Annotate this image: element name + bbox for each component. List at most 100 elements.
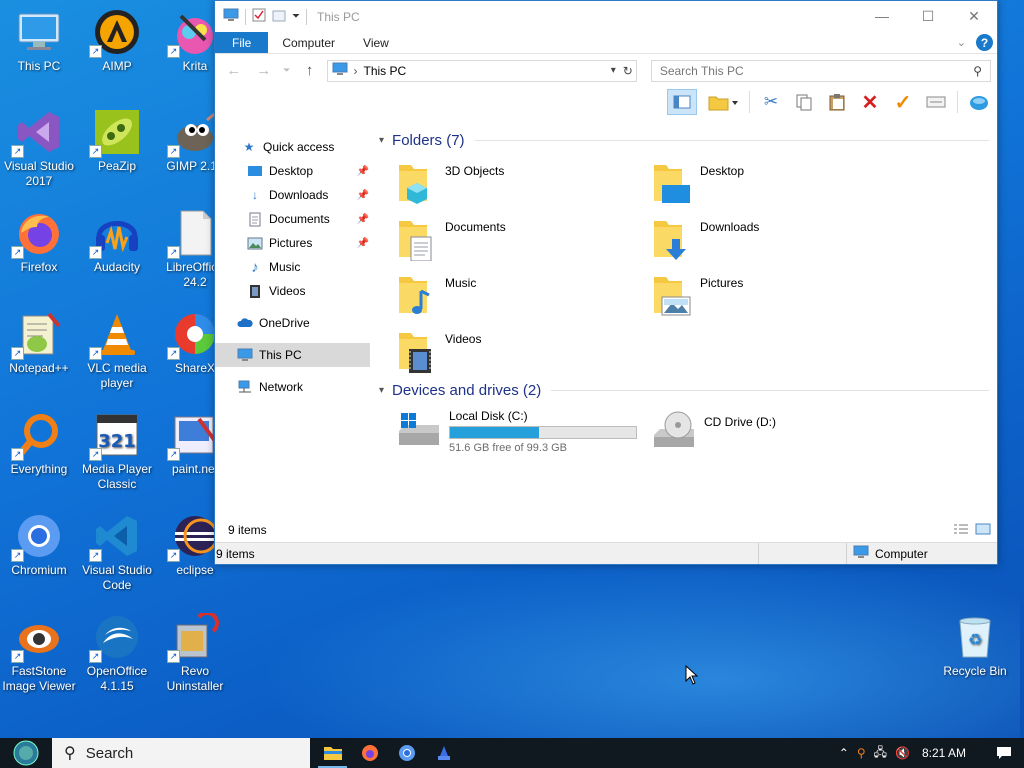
desktop-icon-vlc[interactable]: ↗ VLC media player	[78, 310, 156, 391]
status-left: 9 items	[216, 546, 255, 561]
folder-item-3d-objects[interactable]: 3D Objects	[397, 153, 652, 209]
explorer-window: ⏷ This PC — ☐ ✕ File Computer View ⌄ ? ←…	[214, 0, 998, 565]
desktop-icon-chromium[interactable]: ↗ Chromium	[0, 512, 78, 578]
ribbon-tabs: File Computer View ⌄ ?	[215, 32, 997, 54]
nav-item-this-pc[interactable]: This PC	[215, 343, 370, 367]
minimize-button[interactable]: —	[859, 1, 905, 31]
pin-icon[interactable]: 📌	[357, 214, 369, 225]
network-icon	[237, 379, 253, 395]
pin-icon[interactable]: 📌	[357, 238, 369, 249]
maximize-button[interactable]: ☐	[905, 1, 951, 31]
desktop-icon-label: Revo Uninstaller	[166, 664, 224, 693]
nav-item-downloads[interactable]: ↓ Downloads 📌	[215, 183, 373, 207]
folder-item-music[interactable]: Music	[397, 265, 652, 321]
cut-icon[interactable]: ✂	[759, 90, 783, 114]
rename-check-icon[interactable]: ✓	[891, 90, 915, 114]
pin-icon[interactable]: 📌	[357, 190, 369, 201]
title-bar[interactable]: ⏷ This PC — ☐ ✕	[215, 1, 997, 32]
clock[interactable]: 8:21 AM	[918, 746, 976, 760]
everything-tray-icon[interactable]: ⚲	[857, 746, 866, 760]
nav-item-documents[interactable]: Documents 📌	[215, 207, 373, 231]
help-icon[interactable]: ?	[976, 34, 993, 51]
desktop-icon-vscode[interactable]: ↗ Visual Studio Code	[78, 512, 156, 593]
desktop-icon-media-player-classic[interactable]: 321 ↗ Media Player Classic	[78, 411, 156, 492]
desktop-icon-this-pc[interactable]: This PC	[0, 8, 78, 74]
new-folder-icon[interactable]	[706, 90, 740, 114]
taskbar-firefox[interactable]	[351, 738, 388, 768]
properties-icon[interactable]	[252, 8, 266, 25]
chevron-down-icon[interactable]: ▾	[379, 135, 384, 146]
desktop-icon-recycle-bin[interactable]: ♻ Recycle Bin	[936, 613, 1014, 679]
nav-item-quick-access[interactable]: ★ Quick access	[215, 135, 373, 159]
drive-name: Local Disk (C:)	[449, 409, 528, 423]
folder-item-videos[interactable]: Videos	[397, 321, 652, 377]
nav-item-network[interactable]: Network	[215, 375, 373, 399]
chevron-down-icon[interactable]: ▾	[379, 385, 384, 396]
desktop-icon-faststone[interactable]: ↗ FastStone Image Viewer	[0, 613, 78, 694]
close-button[interactable]: ✕	[951, 1, 997, 31]
start-button[interactable]	[0, 738, 52, 768]
properties-icon[interactable]	[924, 90, 948, 114]
nav-item-videos[interactable]: Videos	[215, 279, 373, 303]
folder-item-downloads[interactable]: Downloads	[652, 209, 907, 265]
nav-item-desktop[interactable]: Desktop 📌	[215, 159, 373, 183]
delete-icon[interactable]: ✕	[858, 90, 882, 114]
drive-item-c[interactable]: Local Disk (C:) 51.6 GB free of 99.3 GB	[397, 409, 652, 454]
desktop-icon-peazip[interactable]: ↗ PeaZip	[78, 108, 156, 174]
desktop-icon-visual-studio-2017[interactable]: ↗ Visual Studio 2017	[0, 108, 78, 189]
desktop-icon-revo-uninstaller[interactable]: ↗ Revo Uninstaller	[156, 611, 234, 694]
volume-muted-icon[interactable]: 🔇	[895, 746, 910, 760]
folder-name: Desktop	[700, 164, 745, 178]
breadcrumb[interactable]: This PC	[364, 64, 407, 78]
details-view-icon[interactable]	[953, 523, 969, 538]
network-icon[interactable]: 🖧	[874, 743, 887, 764]
desktop-icon-notepad-plus-plus[interactable]: ↗ Notepad++	[0, 310, 78, 376]
desktop-icon-everything[interactable]: ↗ Everything	[0, 411, 78, 477]
folder-item-documents[interactable]: Documents	[397, 209, 652, 265]
recent-locations-icon[interactable]: ⏷	[281, 65, 293, 76]
desktop-icon-firefox[interactable]: ↗ Firefox	[0, 209, 78, 275]
folder-name: Music	[445, 276, 477, 290]
back-button[interactable]: ←	[221, 62, 247, 79]
taskbar-app[interactable]	[425, 738, 462, 768]
nav-item-music[interactable]: ♪ Music	[215, 255, 373, 279]
taskbar-chromium[interactable]	[388, 738, 425, 768]
taskbar-file-explorer[interactable]	[314, 738, 351, 768]
expand-ribbon-icon[interactable]: ⌄	[957, 36, 966, 49]
notifications-icon[interactable]	[984, 738, 1024, 768]
folder-item-pictures[interactable]: Pictures	[652, 265, 907, 321]
tab-view[interactable]: View	[349, 32, 403, 53]
pin-icon[interactable]: 📌	[357, 166, 369, 177]
taskbar-search-box[interactable]: ⚲ Search	[52, 738, 310, 768]
search-input[interactable]: Search This PC ⚲	[650, 59, 991, 82]
desktop-icon-label: Visual Studio 2017	[4, 159, 74, 188]
copy-icon[interactable]	[792, 90, 816, 114]
desktop-icon-aimp[interactable]: ↗ AIMP	[78, 8, 156, 74]
globe-icon[interactable]	[967, 90, 991, 114]
address-dropdown-icon[interactable]: ▾	[611, 65, 616, 76]
forward-button[interactable]: →	[251, 62, 277, 79]
address-bar[interactable]: › This PC ▾ ↻	[326, 59, 637, 82]
paste-icon[interactable]	[825, 90, 849, 114]
divider	[306, 8, 307, 25]
desktop-icon-audacity[interactable]: ↗ Audacity	[78, 209, 156, 275]
tab-computer[interactable]: Computer	[268, 32, 349, 53]
up-button[interactable]: ↑	[297, 62, 323, 79]
folder-item-desktop[interactable]: Desktop	[652, 153, 907, 209]
navigation-pane-toggle-icon[interactable]	[667, 89, 697, 115]
nav-item-pictures[interactable]: Pictures 📌	[215, 231, 373, 255]
drives-group-header[interactable]: ▾ Devices and drives (2)	[379, 377, 989, 403]
tab-file[interactable]: File	[215, 32, 269, 53]
desktop-icon-openoffice[interactable]: ↗ OpenOffice 4.1.15	[78, 613, 156, 694]
chevron-up-icon[interactable]: ⌃	[839, 746, 849, 760]
large-icons-view-icon[interactable]	[975, 523, 991, 538]
drive-item-d[interactable]: CD Drive (D:)	[652, 409, 907, 454]
nav-item-label: Downloads	[269, 188, 329, 202]
customize-toolbar-icon[interactable]: ⏷	[292, 11, 300, 22]
new-folder-icon[interactable]	[272, 8, 286, 25]
folders-group-header[interactable]: ▾ Folders (7)	[379, 127, 989, 153]
openoffice-icon: ↗	[89, 613, 141, 663]
3d-objects-folder-icon	[397, 161, 437, 205]
nav-item-onedrive[interactable]: OneDrive	[215, 311, 373, 335]
refresh-icon[interactable]: ↻	[623, 64, 633, 78]
